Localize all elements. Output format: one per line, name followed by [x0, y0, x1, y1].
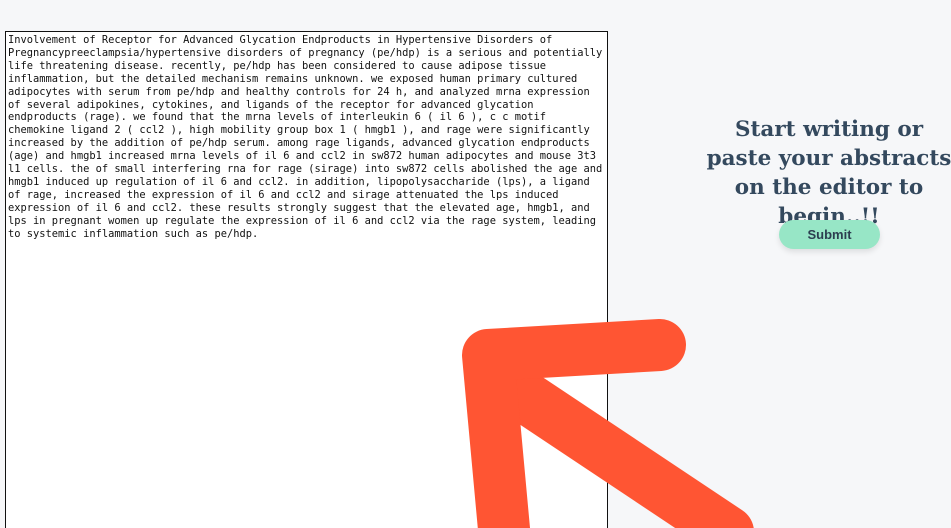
abstract-editor[interactable]: Involvement of Receptor for Advanced Gly…: [5, 31, 608, 528]
editor-instructions: Start writing or paste your abstracts on…: [706, 117, 951, 229]
submit-button[interactable]: Submit: [779, 220, 880, 249]
app-page: Involvement of Receptor for Advanced Gly…: [0, 0, 951, 528]
